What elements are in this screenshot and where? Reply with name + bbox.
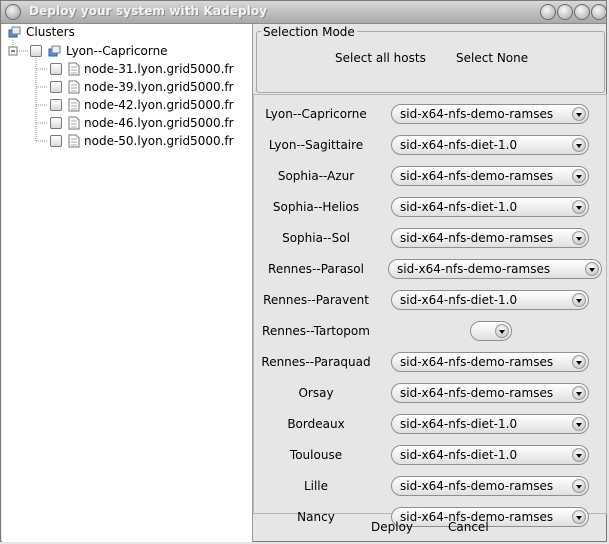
chevron-down-icon[interactable] bbox=[572, 231, 586, 245]
chevron-down-icon[interactable] bbox=[572, 448, 586, 462]
chevron-down-icon[interactable] bbox=[572, 200, 586, 214]
clusters-folder-icon bbox=[8, 26, 21, 38]
chevron-down-icon[interactable] bbox=[572, 510, 586, 524]
combo-value: sid-x64-nfs-demo-ramses bbox=[400, 479, 554, 493]
node-checkbox[interactable] bbox=[50, 135, 62, 147]
document-icon bbox=[68, 62, 80, 76]
cluster-image-combo[interactable]: sid-x64-nfs-demo-ramses bbox=[391, 507, 589, 527]
cluster-name-label: Rennes--Paravent bbox=[263, 293, 369, 307]
chevron-down-icon[interactable] bbox=[572, 107, 586, 121]
combo-value: sid-x64-nfs-diet-1.0 bbox=[400, 293, 518, 307]
node-label: node-31.lyon.grid5000.fr bbox=[84, 62, 234, 76]
window-menu-icon[interactable] bbox=[5, 4, 21, 20]
chevron-down-icon[interactable] bbox=[572, 479, 586, 493]
cluster-image-combo[interactable]: sid-x64-nfs-diet-1.0 bbox=[391, 197, 589, 217]
tree-root[interactable]: Clusters bbox=[8, 24, 75, 40]
chevron-down-icon[interactable] bbox=[572, 417, 586, 431]
shade-window-icon[interactable] bbox=[540, 4, 556, 20]
combo-value: sid-x64-nfs-diet-1.0 bbox=[400, 417, 518, 431]
combo-value: sid-x64-nfs-demo-ramses bbox=[400, 169, 554, 183]
node-checkbox[interactable] bbox=[50, 117, 62, 129]
document-icon bbox=[68, 116, 80, 130]
chevron-down-icon[interactable] bbox=[495, 324, 509, 338]
chevron-down-icon[interactable] bbox=[572, 355, 586, 369]
minimize-window-icon[interactable] bbox=[557, 4, 573, 20]
select-all-hosts-button[interactable]: Select all hosts bbox=[335, 51, 426, 65]
cluster-checkbox[interactable] bbox=[30, 45, 42, 57]
cluster-folder-icon bbox=[48, 45, 61, 57]
node-checkbox[interactable] bbox=[50, 81, 62, 93]
cluster-image-list[interactable]: Lyon--Capricorne sid-x64-nfs-demo-ramses… bbox=[253, 94, 607, 527]
cluster-image-combo[interactable]: sid-x64-nfs-demo-ramses bbox=[391, 104, 589, 124]
cluster-name-label: Sophia--Azur bbox=[277, 169, 355, 183]
node-checkbox[interactable] bbox=[50, 99, 62, 111]
tree-node[interactable]: node-46.lyon.grid5000.fr bbox=[50, 115, 234, 131]
cluster-name-label: Toulouse bbox=[289, 448, 343, 462]
title-bar[interactable]: Deploy your system with Kadeploy bbox=[1, 1, 607, 24]
combo-value: sid-x64-nfs-demo-ramses bbox=[400, 231, 554, 245]
cluster-image-combo[interactable]: sid-x64-nfs-diet-1.0 bbox=[391, 445, 589, 465]
deploy-window: Deploy your system with Kadeploy Cluster… bbox=[0, 0, 607, 542]
deploy-options-pane: Selection Mode Select all hosts Select N… bbox=[253, 24, 607, 542]
cluster-image-combo[interactable]: sid-x64-nfs-demo-ramses bbox=[391, 166, 589, 186]
chevron-down-icon[interactable] bbox=[572, 169, 586, 183]
node-label: node-46.lyon.grid5000.fr bbox=[84, 116, 234, 130]
tree-cluster[interactable]: Lyon--Capricorne bbox=[30, 43, 168, 59]
cluster-name-label: Sophia--Helios bbox=[272, 200, 360, 214]
cluster-label: Lyon--Capricorne bbox=[66, 44, 168, 58]
window-title: Deploy your system with Kadeploy bbox=[29, 4, 268, 18]
node-label: node-50.lyon.grid5000.fr bbox=[84, 134, 234, 148]
cluster-name-label: Rennes--Paraquad bbox=[261, 355, 371, 369]
node-checkbox[interactable] bbox=[50, 63, 62, 75]
cluster-image-combo[interactable]: sid-x64-nfs-demo-ramses bbox=[388, 259, 602, 279]
cluster-image-combo[interactable]: sid-x64-nfs-demo-ramses bbox=[391, 228, 589, 248]
chevron-down-icon[interactable] bbox=[572, 138, 586, 152]
cancel-button[interactable]: Cancel bbox=[448, 520, 489, 534]
tree-node[interactable]: node-50.lyon.grid5000.fr bbox=[50, 133, 234, 149]
deploy-button[interactable]: Deploy bbox=[371, 520, 413, 534]
tree-node[interactable]: node-39.lyon.grid5000.fr bbox=[50, 79, 234, 95]
cluster-image-combo[interactable]: sid-x64-nfs-demo-ramses bbox=[391, 383, 589, 403]
combo-value: sid-x64-nfs-demo-ramses bbox=[400, 386, 554, 400]
document-icon bbox=[68, 80, 80, 94]
cluster-image-combo[interactable] bbox=[470, 321, 512, 341]
cluster-name-label: Rennes--Parasol bbox=[268, 262, 364, 276]
cluster-image-combo[interactable]: sid-x64-nfs-diet-1.0 bbox=[391, 290, 589, 310]
tree-node[interactable]: node-31.lyon.grid5000.fr bbox=[50, 61, 234, 77]
document-icon bbox=[68, 98, 80, 112]
cluster-image-combo[interactable]: sid-x64-nfs-diet-1.0 bbox=[391, 414, 589, 434]
cluster-image-combo[interactable]: sid-x64-nfs-diet-1.0 bbox=[391, 135, 589, 155]
node-label: node-42.lyon.grid5000.fr bbox=[84, 98, 234, 112]
combo-value: sid-x64-nfs-demo-ramses bbox=[400, 355, 554, 369]
cluster-tree: Clusters Lyon--Capricorne node-31.lyon.g… bbox=[2, 24, 253, 542]
chevron-down-icon[interactable] bbox=[572, 293, 586, 307]
close-window-icon[interactable] bbox=[591, 4, 607, 20]
selection-mode-title: Selection Mode bbox=[261, 25, 357, 39]
combo-value: sid-x64-nfs-demo-ramses bbox=[400, 107, 554, 121]
combo-value: sid-x64-nfs-diet-1.0 bbox=[400, 138, 518, 152]
select-none-button[interactable]: Select None bbox=[456, 51, 528, 65]
tree-root-label: Clusters bbox=[26, 25, 75, 39]
cluster-name-label: Lille bbox=[303, 479, 329, 493]
chevron-down-icon[interactable] bbox=[572, 386, 586, 400]
cluster-name-label: Rennes--Tartopom bbox=[262, 324, 370, 338]
selection-mode-group: Selection Mode Select all hosts Select N… bbox=[256, 25, 605, 93]
cluster-image-combo[interactable]: sid-x64-nfs-demo-ramses bbox=[391, 352, 589, 372]
maximize-window-icon[interactable] bbox=[574, 4, 590, 20]
chevron-down-icon[interactable] bbox=[585, 262, 599, 276]
cluster-name-label: Lyon--Capricorne bbox=[265, 107, 367, 121]
document-icon bbox=[68, 134, 80, 148]
node-label: node-39.lyon.grid5000.fr bbox=[84, 80, 234, 94]
cluster-name-label: Lyon--Sagittaire bbox=[268, 138, 364, 152]
cluster-name-label: Orsay bbox=[298, 386, 334, 400]
cluster-image-combo[interactable]: sid-x64-nfs-demo-ramses bbox=[391, 476, 589, 496]
cluster-name-label: Nancy bbox=[297, 510, 335, 524]
cluster-name-label: Bordeaux bbox=[287, 417, 345, 431]
tree-node[interactable]: node-42.lyon.grid5000.fr bbox=[50, 97, 234, 113]
combo-value: sid-x64-nfs-diet-1.0 bbox=[400, 200, 518, 214]
cluster-name-label: Sophia--Sol bbox=[282, 231, 350, 245]
combo-value: sid-x64-nfs-diet-1.0 bbox=[400, 448, 518, 462]
combo-value: sid-x64-nfs-demo-ramses bbox=[397, 262, 551, 276]
